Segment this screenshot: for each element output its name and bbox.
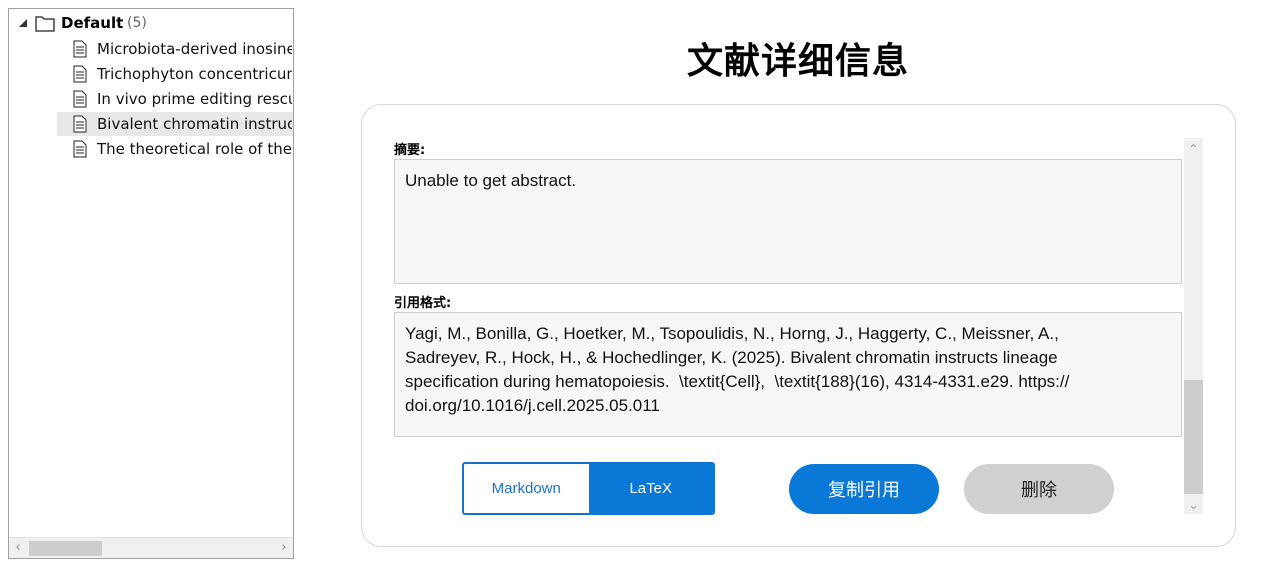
tree-item-label: Bivalent chromatin instructs [97, 115, 292, 133]
format-option-markdown[interactable]: Markdown [464, 464, 589, 513]
tree-item-paper[interactable]: The theoretical role of the w [57, 137, 293, 161]
abstract-label: 摘要: [394, 143, 426, 158]
scroll-up-icon[interactable]: ⌃ [1184, 140, 1203, 158]
document-icon [73, 115, 87, 133]
detail-card: 摘要: Unable to get abstract. 引用格式: Yagi, … [361, 104, 1236, 547]
library-tree-panel[interactable]: Default (5) Microbiota-derived inosine T… [8, 8, 294, 559]
document-icon [73, 90, 87, 108]
document-icon [73, 140, 87, 158]
tree-item-paper[interactable]: In vivo prime editing rescue [57, 87, 293, 111]
document-icon [73, 65, 87, 83]
format-option-latex[interactable]: LaTeX [588, 464, 713, 513]
tree-root-default[interactable]: Default (5) [9, 12, 293, 36]
tree-root-count: (5) [127, 15, 147, 31]
scrollbar-thumb[interactable] [29, 541, 102, 556]
scroll-down-icon[interactable]: ⌄ [1184, 496, 1203, 514]
document-icon [73, 40, 87, 58]
horizontal-scrollbar[interactable]: ‹ › [9, 537, 293, 558]
page-title: 文献详细信息 [686, 41, 909, 82]
folder-icon [35, 16, 55, 32]
tree-item-label: Microbiota-derived inosine [97, 40, 292, 58]
collapse-arrow-icon[interactable] [17, 18, 29, 30]
citation-label: 引用格式: [394, 296, 452, 311]
tree-item-paper-selected[interactable]: Bivalent chromatin instructs [57, 112, 293, 136]
tree-item-paper[interactable]: Microbiota-derived inosine [57, 37, 293, 61]
citation-format-toggle[interactable]: Markdown LaTeX [462, 462, 715, 515]
copy-citation-button[interactable]: 复制引用 [789, 464, 939, 514]
tree-item-label: Trichophyton concentricum [97, 65, 292, 83]
scroll-right-icon[interactable]: › [277, 541, 291, 555]
delete-button[interactable]: 删除 [964, 464, 1114, 514]
citation-textbox[interactable]: Yagi, M., Bonilla, G., Hoetker, M., Tsop… [394, 312, 1182, 437]
tree-item-label: In vivo prime editing rescue [97, 90, 292, 108]
tree-item-label: The theoretical role of the w [97, 140, 292, 158]
scrollbar-thumb[interactable] [1184, 380, 1203, 494]
tree-item-paper[interactable]: Trichophyton concentricum [57, 62, 293, 86]
scroll-left-icon[interactable]: ‹ [11, 541, 25, 555]
tree-root-label: Default [61, 14, 124, 32]
abstract-textbox[interactable]: Unable to get abstract. [394, 159, 1182, 284]
vertical-scrollbar[interactable]: ⌃ ⌄ [1184, 138, 1203, 514]
